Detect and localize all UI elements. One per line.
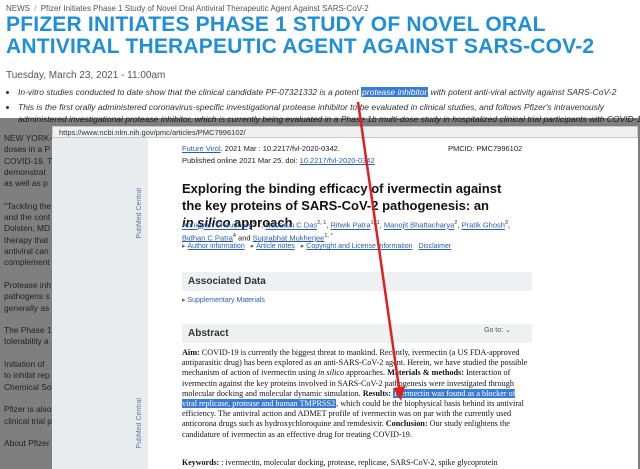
author-affiliation: 1, 1 bbox=[252, 220, 262, 226]
author-link[interactable]: Manojit Bhattacharya bbox=[384, 221, 454, 230]
author-link[interactable]: Abhigyan Choudhury bbox=[182, 221, 252, 230]
sidebar-tab-pmc[interactable]: PubMed Central bbox=[136, 398, 143, 449]
abstract-text: Aim: COVID-19 is currently the biggest t… bbox=[182, 348, 532, 440]
author-link[interactable]: Suprabhat Mukherjee bbox=[253, 233, 325, 242]
results-label: Results: bbox=[362, 388, 391, 398]
keywords-text: : ivermectin, molecular docking, proteas… bbox=[219, 458, 498, 467]
title-text: Exploring the binding efficacy of iverme… bbox=[182, 181, 502, 213]
author-link[interactable]: Pratik Ghosh bbox=[462, 221, 505, 230]
caret-right-icon: ▸ bbox=[300, 243, 305, 250]
author-list: Abhigyan Choudhury1, 1, Nabarun C Das2, … bbox=[182, 218, 512, 243]
keywords-line: Keywords: : ivermectin, molecular dockin… bbox=[182, 458, 498, 467]
info-link-label: Copyright and License information bbox=[306, 243, 413, 250]
breadcrumb-separator: / bbox=[34, 4, 37, 13]
highlight-item: In-vitro studies conducted to date show … bbox=[18, 86, 640, 98]
supplementary-label: Supplementary Materials bbox=[187, 297, 265, 304]
associated-data-heading: Associated Data bbox=[182, 272, 532, 291]
author-affiliation: 1, 1 bbox=[370, 220, 380, 226]
info-link-label: Disclaimer bbox=[418, 243, 452, 250]
selected-text: protease inhibitor bbox=[361, 87, 429, 97]
supplementary-link[interactable]: ▸ Supplementary Materials bbox=[182, 296, 265, 304]
article-info-links: ▸ Author information ▸ Article notes ▸ Copyri… bbox=[182, 242, 457, 250]
caret-right-icon: ▸ bbox=[250, 243, 255, 250]
screenshot-popup: PubMed Central PubMed Central Future Vir… bbox=[52, 138, 638, 469]
info-link-label: Article notes bbox=[256, 243, 295, 250]
article-panel: Future Virol. 2021 Mar : 10.2217/fvl-202… bbox=[148, 138, 638, 469]
pmcid: PMCID: PMC7996102 bbox=[448, 144, 523, 153]
caret-right-icon: ▸ bbox=[182, 243, 186, 250]
goto-label: Go to: bbox=[484, 327, 504, 334]
goto-menu[interactable]: Go to: ⌄ bbox=[484, 326, 511, 334]
citation-text: . 2021 Mar : 10.2217/fvl-2020-0342. bbox=[220, 144, 340, 153]
sidebar-tab-pmc[interactable]: PubMed Central bbox=[136, 188, 143, 239]
author-conjunction: and bbox=[235, 233, 253, 242]
published-line: Published online 2021 Mar 25. doi: 10.22… bbox=[182, 156, 375, 165]
aim-text: approaches. bbox=[344, 368, 388, 378]
abstract-heading: Abstract bbox=[182, 324, 532, 343]
aim-italic: in silico bbox=[317, 368, 345, 378]
url-bar[interactable]: https://www.ncbi.nlm.nih.gov/pmc/article… bbox=[52, 126, 638, 138]
author-link[interactable]: Nabarun C Das bbox=[265, 221, 317, 230]
author-affiliation: 1, * bbox=[324, 232, 333, 239]
pmc-sidebar: PubMed Central PubMed Central bbox=[52, 138, 148, 469]
chevron-down-icon: ⌄ bbox=[505, 327, 511, 334]
citation-line: Future Virol. 2021 Mar : 10.2217/fvl-202… bbox=[182, 144, 340, 153]
breadcrumb-current: Pfizer Initiates Phase 1 Study of Novel … bbox=[40, 4, 369, 13]
conclusion-label: Conclusion: bbox=[385, 419, 428, 429]
breadcrumb: NEWS / Pfizer Initiates Phase 1 Study of… bbox=[6, 4, 369, 13]
author-link[interactable]: Bidhan C Patra bbox=[182, 233, 233, 242]
author-affiliation: 2, 1 bbox=[317, 220, 327, 226]
author-link[interactable]: Ritwik Patra bbox=[330, 221, 370, 230]
highlight-text: with potent anti-viral activity against … bbox=[428, 87, 617, 97]
breadcrumb-news-link[interactable]: NEWS bbox=[6, 4, 30, 13]
aim-label: Aim: bbox=[182, 348, 200, 357]
info-link[interactable]: Disclaimer bbox=[419, 243, 452, 250]
info-link[interactable]: ▸ Author information bbox=[182, 243, 245, 250]
journal-link[interactable]: Future Virol bbox=[182, 144, 221, 153]
page-title: PFIZER INITIATES PHASE 1 STUDY OF NOVEL … bbox=[6, 13, 595, 58]
published-text: Published online 2021 Mar 25. doi: bbox=[182, 156, 300, 165]
author-separator: , bbox=[507, 220, 511, 230]
info-link[interactable]: ▸ Article notes bbox=[251, 243, 295, 250]
publish-date: Tuesday, March 23, 2021 - 11:00am bbox=[6, 70, 166, 81]
info-link[interactable]: ▸ Copyright and License information bbox=[301, 243, 413, 250]
highlight-text: In-vitro studies conducted to date show … bbox=[18, 87, 362, 97]
methods-label: Materials & methods: bbox=[387, 368, 464, 378]
doi-link[interactable]: 10.2217/fvl-2020-0342 bbox=[300, 156, 375, 165]
info-link-label: Author information bbox=[187, 243, 245, 250]
keywords-label: Keywords: bbox=[182, 458, 220, 467]
